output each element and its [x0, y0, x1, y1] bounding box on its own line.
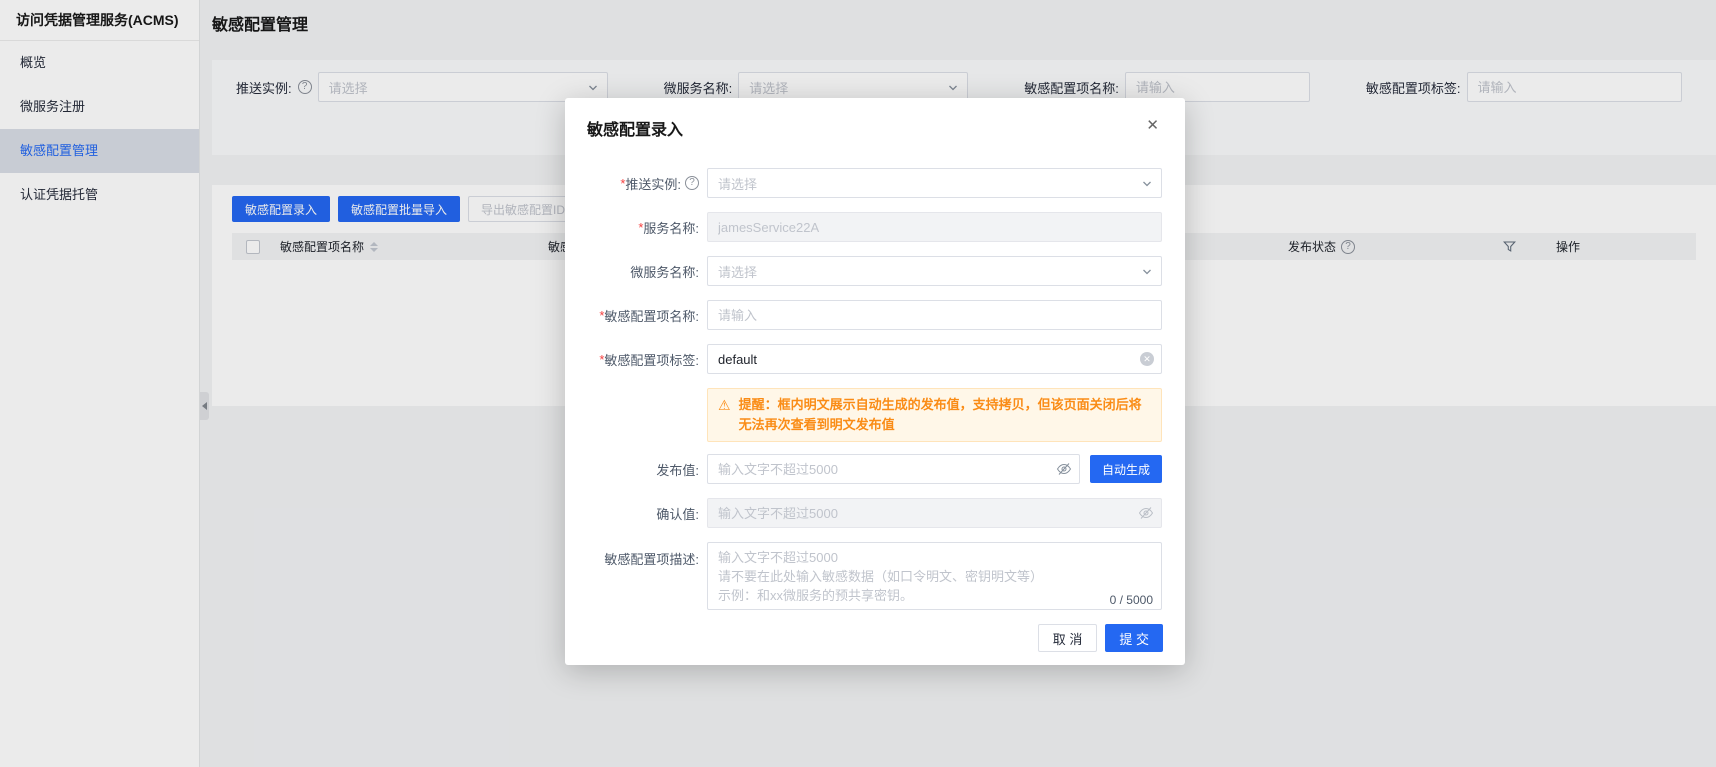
modal-footer: 取 消 提 交 — [565, 624, 1185, 652]
config-tag-label: 敏感配置项标签: — [565, 350, 707, 369]
warning-text: 提醒：框内明文展示自动生成的发布值，支持拷贝，但该页面关闭后将无法再次查看到明文… — [738, 397, 1142, 432]
clear-icon[interactable] — [1140, 352, 1154, 366]
description-field: 输入文字不超过5000 请不要在此处输入敏感数据（如口令明文、密钥明文等） 示例… — [707, 542, 1162, 610]
warning-banner: ⚠ 提醒：框内明文展示自动生成的发布值，支持拷贝，但该页面关闭后将无法再次查看到… — [707, 388, 1162, 442]
config-tag-input[interactable] — [707, 344, 1162, 374]
cancel-button[interactable]: 取 消 — [1037, 624, 1098, 652]
modal-title: 敏感配置录入 — [587, 122, 684, 139]
select-placeholder: 请选择 — [718, 176, 758, 192]
field-label: 服务名称: — [643, 220, 699, 236]
form-row-publish-value: 发布值: 自动生成 — [565, 454, 1185, 484]
publish-value-label: 发布值: — [565, 460, 707, 479]
form-row-config-tag: 敏感配置项标签: — [565, 344, 1185, 374]
config-name-label: 敏感配置项名称: — [565, 306, 707, 325]
form-row-description: 敏感配置项描述: 输入文字不超过5000 请不要在此处输入敏感数据（如口令明文、… — [565, 542, 1185, 610]
chevron-down-icon — [1143, 269, 1151, 275]
publish-value-input[interactable] — [707, 454, 1080, 484]
description-textarea[interactable] — [708, 543, 1161, 609]
field-label: 微服务名称: — [630, 264, 699, 280]
submit-button[interactable]: 提 交 — [1105, 624, 1163, 652]
eye-off-icon — [1138, 507, 1154, 519]
publish-value-field — [707, 454, 1080, 484]
service-name-label: 服务名称: — [565, 218, 707, 237]
confirm-value-label: 确认值: — [565, 504, 707, 523]
form-row-microservice-name: 微服务名称: 请选择 — [565, 256, 1185, 286]
form-row-config-name: 敏感配置项名称: — [565, 300, 1185, 330]
microservice-name-label: 微服务名称: — [565, 262, 707, 281]
service-name-input — [707, 212, 1162, 242]
screen: 访问凭据管理服务(ACMS) 概览 微服务注册 敏感配置管理 认证凭据托管 敏感… — [0, 0, 1716, 767]
form-row-confirm-value: 确认值: — [565, 498, 1185, 528]
select-placeholder: 请选择 — [718, 264, 758, 280]
field-label: 推送实例: — [625, 176, 681, 192]
field-label: 敏感配置项名称: — [604, 308, 699, 324]
field-label: 发布值: — [656, 462, 699, 478]
field-label: 确认值: — [656, 506, 699, 522]
sensitive-config-entry-modal: 敏感配置录入 ✕ 推送实例: 请选择 服务名称: — [565, 98, 1185, 665]
modal-body: 推送实例: 请选择 服务名称: — [565, 138, 1185, 610]
char-counter: 0 / 5000 — [1109, 593, 1153, 607]
warning-icon: ⚠ — [718, 397, 731, 413]
eye-off-icon[interactable] — [1056, 461, 1072, 477]
push-instance-label: 推送实例: — [565, 174, 707, 193]
config-name-input[interactable] — [707, 300, 1162, 330]
help-icon — [685, 176, 699, 190]
auto-generate-button[interactable]: 自动生成 — [1089, 455, 1162, 483]
description-label: 敏感配置项描述: — [565, 542, 707, 568]
chevron-down-icon — [1143, 181, 1151, 187]
modal-header: 敏感配置录入 ✕ — [565, 98, 1185, 139]
confirm-value-field — [707, 498, 1162, 528]
field-label: 敏感配置项标签: — [604, 352, 699, 368]
form-row-push-instance: 推送实例: 请选择 — [565, 168, 1185, 198]
close-icon[interactable]: ✕ — [1144, 116, 1161, 135]
confirm-value-input — [707, 498, 1162, 528]
modal-push-instance-select[interactable]: 请选择 — [707, 168, 1162, 198]
field-label: 敏感配置项描述: — [604, 552, 699, 567]
modal-microservice-select[interactable]: 请选择 — [707, 256, 1162, 286]
form-row-service-name: 服务名称: — [565, 212, 1185, 242]
